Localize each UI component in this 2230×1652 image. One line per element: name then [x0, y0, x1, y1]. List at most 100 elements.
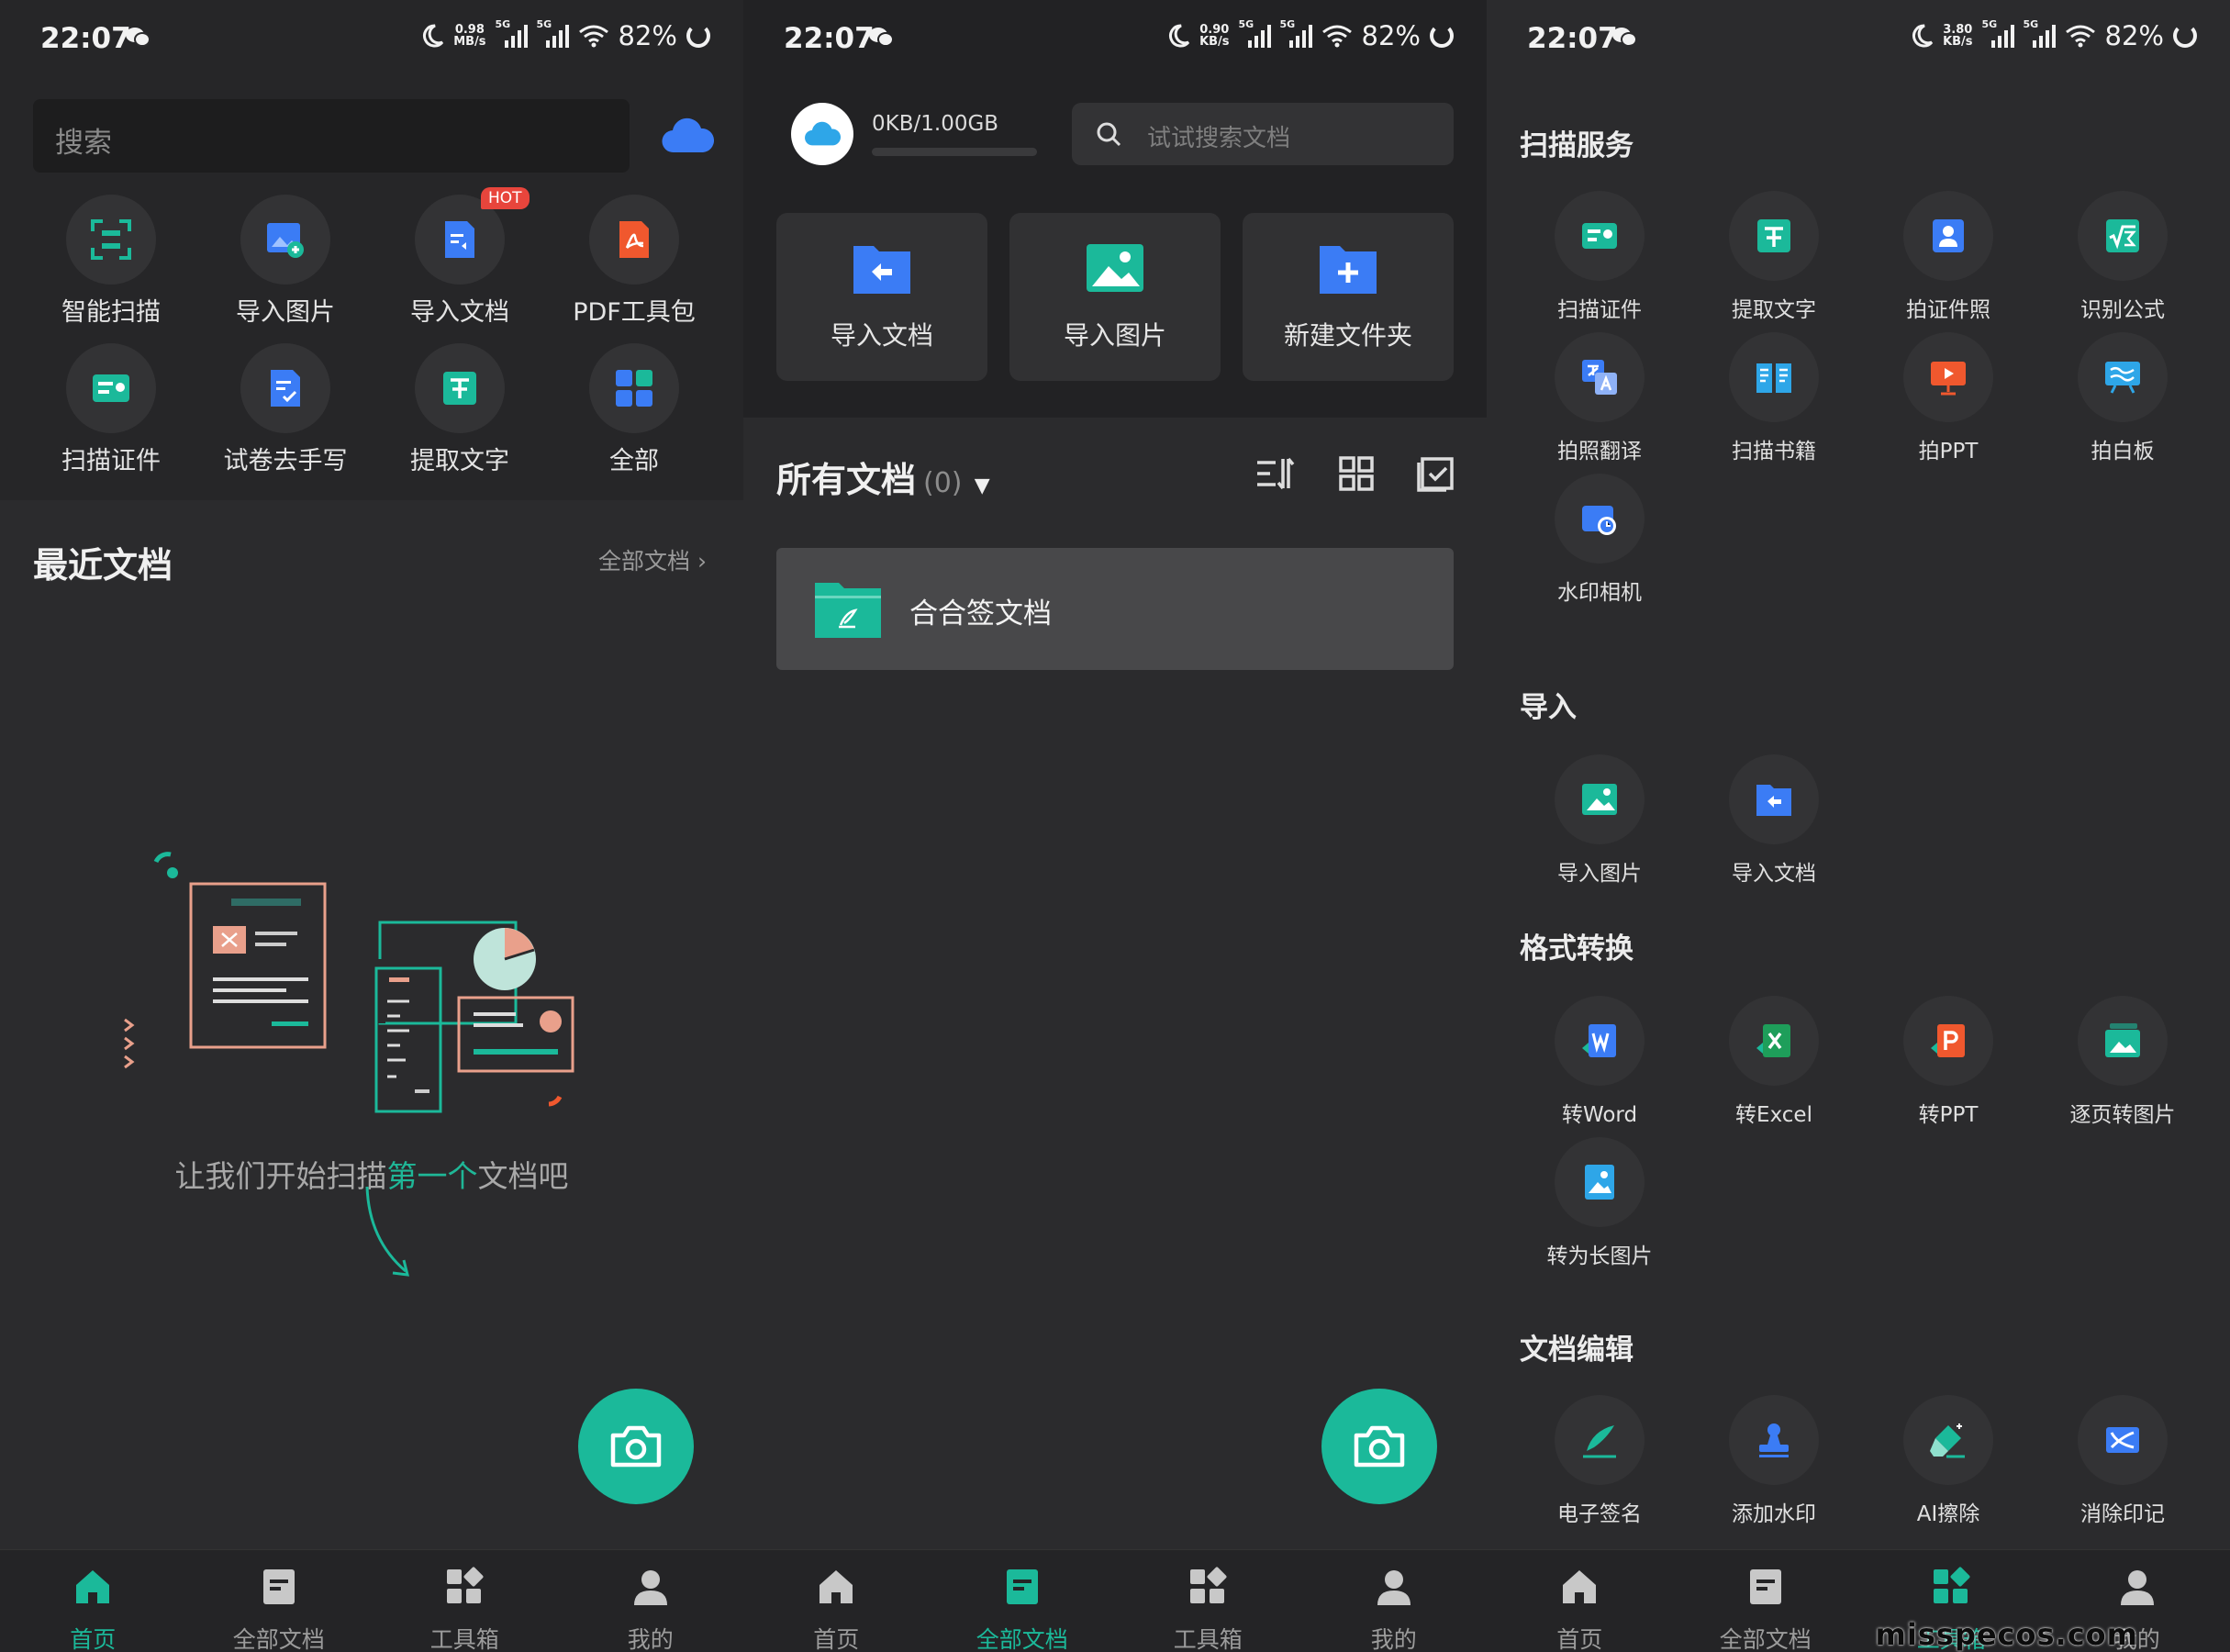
doc-editing-grid: 电子签名 添加水印 AI擦除 消除印记 — [1512, 1395, 2230, 1526]
profile-icon — [1377, 1570, 1410, 1605]
id-photo-icon — [1933, 219, 1964, 252]
signal-icon: 5G — [496, 18, 528, 48]
new-folder-icon — [1320, 246, 1377, 294]
signature-icon — [1583, 1425, 1616, 1458]
import-doc-folder-icon — [853, 246, 910, 294]
all-tools-icon — [616, 370, 652, 407]
remove-marks-icon — [2106, 1427, 2139, 1453]
shortcut-row-2: 扫描证件 试卷去手写 提取文字 全部 — [24, 343, 743, 476]
nav-all-docs[interactable]: 全部文档 — [1673, 1550, 1859, 1652]
battery-percent: 82% — [1361, 20, 1421, 51]
import-folder-icon — [1756, 785, 1791, 816]
watermark-text: misspecos.com — [1875, 1617, 2138, 1652]
tool-photo-ppt[interactable]: 拍PPT — [1861, 332, 2035, 463]
camera-button[interactable] — [578, 1389, 694, 1504]
camera-button[interactable] — [1321, 1389, 1437, 1504]
nav-me[interactable]: 我的 — [558, 1550, 744, 1652]
home-icon — [820, 1570, 853, 1603]
sort-icon[interactable] — [1255, 455, 1296, 492]
wechat-icon — [869, 28, 894, 47]
wifi-icon — [1321, 25, 1352, 48]
nav-all-docs[interactable]: 全部文档 — [186, 1550, 373, 1652]
nav-home[interactable]: 首页 — [743, 1550, 930, 1652]
pages-image-icon — [2105, 1023, 2140, 1057]
section-format-conversion: 格式转换 — [1520, 932, 1633, 966]
search-input[interactable]: 搜索 — [33, 99, 630, 173]
tool-whiteboard[interactable]: 拍白板 — [2035, 332, 2210, 463]
shortcut-import-doc[interactable]: HOT 导入文档 — [373, 187, 547, 328]
tool-id-photo[interactable]: 拍证件照 — [1861, 191, 2035, 322]
tool-pages-to-images[interactable]: 逐页转图片 — [2035, 996, 2210, 1127]
empty-state-illustration — [124, 852, 574, 1277]
tool-ai-erase[interactable]: AI擦除 — [1861, 1395, 2035, 1526]
tool-id-scan[interactable]: 扫描证件 — [1512, 191, 1687, 322]
nav-home[interactable]: 首页 — [1487, 1550, 1673, 1652]
import-doc-icon — [445, 221, 474, 258]
tool-to-word[interactable]: 转Word — [1512, 996, 1687, 1127]
tool-watermark-camera[interactable]: 水印相机 — [1512, 474, 1687, 605]
all-docs-filter[interactable]: 所有文档 (0) ▼ — [776, 452, 990, 502]
tool-import-image[interactable]: 导入图片 — [1512, 754, 1687, 886]
all-docs-screen: 22:07 0.90 KB/s 5G 5G 82% 0KB/1.00GB 试试搜索… — [743, 0, 1487, 1652]
translate-icon — [1582, 360, 1617, 395]
bottom-nav: 首页 全部文档 工具箱 我的 — [0, 1549, 743, 1652]
tool-to-long-image[interactable]: 转为长图片 — [1512, 1137, 1687, 1268]
tool-remove-marks[interactable]: 消除印记 — [2035, 1395, 2210, 1526]
nav-all-docs[interactable]: 全部文档 — [930, 1550, 1116, 1652]
tool-photo-translate[interactable]: 拍照翻译 — [1512, 332, 1687, 463]
cloud-storage-avatar[interactable] — [791, 103, 853, 165]
new-folder-card[interactable]: 新建文件夹 — [1243, 213, 1454, 381]
section-import: 导入 — [1520, 691, 1577, 724]
shortcut-import-image[interactable]: 导入图片 — [198, 195, 373, 328]
signature-folder-icon — [815, 583, 881, 638]
import-doc-card[interactable]: 导入文档 — [776, 213, 987, 381]
import-image-card[interactable]: 导入图片 — [1009, 213, 1221, 381]
status-time: 22:07 — [784, 22, 875, 55]
tool-e-signature[interactable]: 电子签名 — [1512, 1395, 1687, 1526]
search-icon — [1097, 122, 1121, 147]
tool-to-ppt[interactable]: 转PPT — [1861, 996, 2035, 1127]
profile-icon — [633, 1570, 667, 1605]
home-screen: 22:07 0.98 MB/s 5G 5G 82% 搜索 智能扫描 导入图片 HO… — [0, 0, 743, 1652]
section-doc-editing: 文档编辑 — [1520, 1334, 1633, 1367]
recent-docs-title: 最近文档 — [33, 545, 173, 586]
multi-select-icon[interactable] — [1417, 455, 1454, 492]
folder-item[interactable]: 合合签文档 — [776, 548, 1454, 670]
shortcut-id-scan[interactable]: 扫描证件 — [24, 343, 198, 476]
wechat-icon — [126, 28, 151, 47]
shortcut-smart-scan[interactable]: 智能扫描 — [24, 195, 198, 328]
battery-percent: 82% — [2104, 20, 2164, 51]
net-speed: 0.90 KB/s — [1199, 23, 1230, 49]
moon-icon — [423, 24, 444, 48]
tool-import-doc[interactable]: 导入文档 — [1687, 754, 1861, 886]
tool-extract-text[interactable]: 提取文字 — [1687, 191, 1861, 322]
status-bar: 22:07 0.98 MB/s 5G 5G 82% — [0, 0, 743, 81]
nav-toolbox[interactable]: 工具箱 — [1115, 1550, 1301, 1652]
shortcut-remove-handwriting[interactable]: 试卷去手写 — [198, 343, 373, 476]
word-icon — [1582, 1024, 1616, 1057]
tool-scan-book[interactable]: 扫描书籍 — [1687, 332, 1861, 463]
shortcut-pdf-toolkit[interactable]: PDF工具包 — [547, 195, 721, 328]
status-bar: 22:07 0.90 KB/s 5G 5G 82% — [743, 0, 1487, 81]
shortcut-extract-text[interactable]: 提取文字 — [373, 343, 547, 476]
cloud-icon[interactable] — [661, 117, 714, 154]
nav-home[interactable]: 首页 — [0, 1550, 186, 1652]
nav-toolbox[interactable]: 工具箱 — [372, 1550, 558, 1652]
remove-handwriting-icon — [271, 370, 300, 407]
docs-search-input[interactable]: 试试搜索文档 — [1072, 103, 1454, 165]
tool-add-watermark[interactable]: 添加水印 — [1687, 1395, 1861, 1526]
grid-view-icon[interactable] — [1338, 455, 1375, 492]
all-docs-link[interactable]: 全部文档 › — [598, 543, 707, 576]
nav-me[interactable]: 我的 — [1301, 1550, 1488, 1652]
shortcut-all[interactable]: 全部 — [547, 343, 721, 476]
pdf-toolkit-icon — [619, 221, 649, 258]
wifi-icon — [578, 25, 608, 48]
doc-icon — [1006, 1569, 1038, 1604]
ppt-icon — [1931, 1024, 1965, 1057]
long-image-icon — [1585, 1165, 1614, 1200]
battery-icon — [1430, 24, 1454, 48]
tool-formula[interactable]: 识别公式 — [2035, 191, 2210, 322]
shortcut-row-1: 智能扫描 导入图片 HOT 导入文档 PDF工具包 — [24, 187, 743, 328]
tool-to-excel[interactable]: 转Excel — [1687, 996, 1861, 1127]
section-scan-services: 扫描服务 — [1520, 129, 1633, 162]
